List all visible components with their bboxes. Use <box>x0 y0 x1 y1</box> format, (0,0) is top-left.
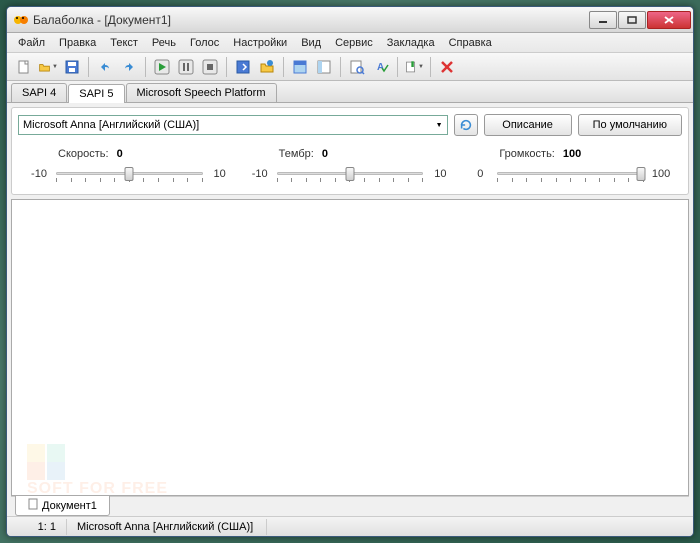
status-spacer <box>267 525 693 529</box>
pitch-slider-group: Тембр: 0 -10 10 <box>249 148 452 184</box>
volume-slider[interactable] <box>497 164 644 184</box>
dictionary-icon[interactable] <box>346 56 368 78</box>
pitch-slider[interactable] <box>277 164 424 184</box>
menu-service[interactable]: Сервис <box>328 35 380 51</box>
undo-icon[interactable] <box>94 56 116 78</box>
save-file-icon[interactable] <box>61 56 83 78</box>
new-file-icon[interactable] <box>13 56 35 78</box>
pitch-thumb[interactable] <box>346 167 355 181</box>
menubar: Файл Правка Текст Речь Голос Настройки В… <box>7 33 693 53</box>
play-icon[interactable] <box>151 56 173 78</box>
doc-tab-1[interactable]: Документ1 <box>15 496 110 516</box>
sapi-tabs: SAPI 4 SAPI 5 Microsoft Speech Platform <box>7 81 693 103</box>
speed-label: Скорость: <box>58 148 109 160</box>
stop-icon[interactable] <box>199 56 221 78</box>
import-audio-icon[interactable] <box>256 56 278 78</box>
panel-toggle-icon[interactable] <box>289 56 311 78</box>
pitch-min: -10 <box>249 168 271 180</box>
default-button[interactable]: По умолчанию <box>578 114 682 136</box>
voice-panel: Microsoft Anna [Английский (США)] ▼ Опис… <box>11 107 689 195</box>
minimize-button[interactable] <box>589 11 617 29</box>
spellcheck-icon[interactable]: A <box>370 56 392 78</box>
speed-min: -10 <box>28 168 50 180</box>
doc-tab-label: Документ1 <box>42 500 97 512</box>
tab-sapi4[interactable]: SAPI 4 <box>11 83 67 102</box>
svg-text:A: A <box>377 62 384 73</box>
menu-voice[interactable]: Голос <box>183 35 226 51</box>
description-button[interactable]: Описание <box>484 114 572 136</box>
menu-speech[interactable]: Речь <box>145 35 183 51</box>
dropdown-icon: ▼ <box>436 122 443 129</box>
pitch-max: 10 <box>429 168 451 180</box>
speed-max: 10 <box>209 168 231 180</box>
open-file-icon[interactable]: ▼ <box>37 56 59 78</box>
app-icon <box>13 12 29 28</box>
voice-selected-text: Microsoft Anna [Английский (США)] <box>23 119 199 131</box>
pause-icon[interactable] <box>175 56 197 78</box>
menu-help[interactable]: Справка <box>442 35 499 51</box>
document-icon <box>28 498 38 513</box>
toolbar: ▼ A ▼ <box>7 53 693 81</box>
menu-file[interactable]: Файл <box>11 35 52 51</box>
app-window: Балаболка - [Документ1] Файл Правка Текс… <box>6 6 694 537</box>
document-editor[interactable] <box>11 199 689 496</box>
status-position: 1: 1 <box>7 519 67 535</box>
volume-max: 100 <box>650 168 672 180</box>
delete-icon[interactable] <box>436 56 458 78</box>
pitch-label: Тембр: <box>279 148 314 160</box>
export-audio-icon[interactable] <box>232 56 254 78</box>
menu-text[interactable]: Текст <box>103 35 145 51</box>
window-title: Балаболка - [Документ1] <box>33 13 588 27</box>
maximize-button[interactable] <box>618 11 646 29</box>
status-voice: Microsoft Anna [Английский (США)] <box>67 519 267 535</box>
voice-dropdown[interactable]: Microsoft Anna [Английский (США)] ▼ <box>18 115 448 135</box>
titlebar[interactable]: Балаболка - [Документ1] <box>7 7 693 33</box>
speed-thumb[interactable] <box>125 167 134 181</box>
refresh-voices-button[interactable] <box>454 114 478 136</box>
menu-bookmark[interactable]: Закладка <box>380 35 442 51</box>
speed-value: 0 <box>117 148 123 160</box>
statusbar: 1: 1 Microsoft Anna [Английский (США)] <box>7 516 693 536</box>
sidebar-toggle-icon[interactable] <box>313 56 335 78</box>
tab-sapi5[interactable]: SAPI 5 <box>68 84 124 103</box>
menu-settings[interactable]: Настройки <box>226 35 294 51</box>
volume-value: 100 <box>563 148 581 160</box>
volume-label: Громкость: <box>499 148 555 160</box>
speed-slider[interactable] <box>56 164 203 184</box>
volume-min: 0 <box>469 168 491 180</box>
tab-msspeech[interactable]: Microsoft Speech Platform <box>126 83 277 102</box>
volume-slider-group: Громкость: 100 0 100 <box>469 148 672 184</box>
volume-thumb[interactable] <box>637 167 646 181</box>
document-tabs: Документ1 <box>11 496 689 516</box>
speed-slider-group: Скорость: 0 -10 10 <box>28 148 231 184</box>
menu-view[interactable]: Вид <box>294 35 328 51</box>
close-button[interactable] <box>647 11 691 29</box>
bookmark-icon[interactable]: ▼ <box>403 56 425 78</box>
redo-icon[interactable] <box>118 56 140 78</box>
menu-edit[interactable]: Правка <box>52 35 103 51</box>
pitch-value: 0 <box>322 148 328 160</box>
